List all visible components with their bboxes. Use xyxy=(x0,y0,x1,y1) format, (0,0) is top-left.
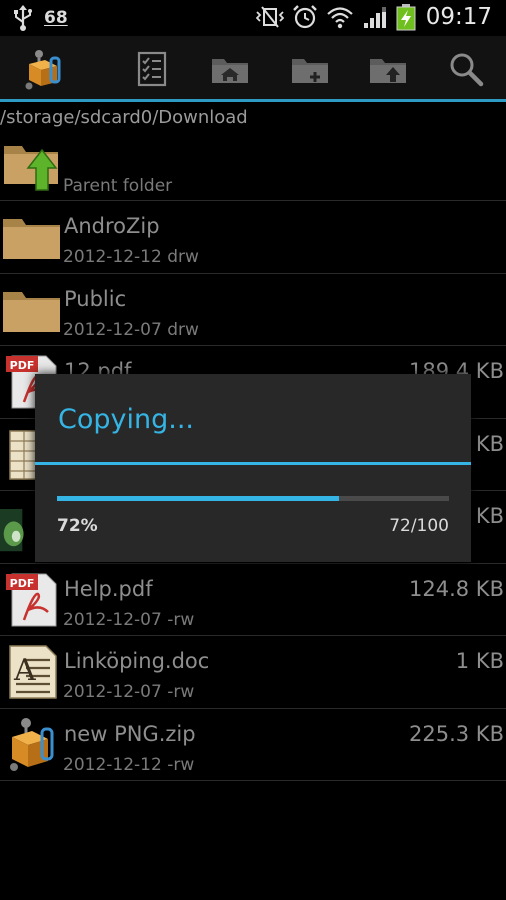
file-meta: 2012-12-07 drw xyxy=(63,319,199,340)
progress-percent: 72% xyxy=(57,516,98,536)
file-size: 124.8 KB xyxy=(409,576,504,601)
clock: 09:17 xyxy=(425,4,492,30)
folder-icon xyxy=(3,291,60,332)
file-name: Public xyxy=(64,286,127,311)
status-right: 09:17 xyxy=(255,3,492,31)
progress-count: 72/100 xyxy=(389,516,449,536)
list-item[interactable]: AndroZip 2012-12-12 drw xyxy=(0,201,506,274)
svg-text:PDF: PDF xyxy=(10,359,35,372)
progress-bar xyxy=(57,496,449,501)
alarm-icon xyxy=(292,5,317,29)
new-folder-icon[interactable] xyxy=(288,48,332,90)
folder-icon xyxy=(3,219,60,259)
usb-icon xyxy=(14,5,32,31)
svg-text:A: A xyxy=(13,653,36,688)
up-folder-icon[interactable] xyxy=(366,48,410,90)
file-name: new PNG.zip xyxy=(64,721,196,746)
list-item[interactable]: new PNG.zip 2012-12-12 -rw 225.3 KB xyxy=(0,709,506,781)
parent-folder-label: Parent folder xyxy=(63,176,173,196)
list-item[interactable]: Public 2012-12-07 drw xyxy=(0,274,506,346)
file-name: Help.pdf xyxy=(64,576,153,601)
pdf-icon: PDF xyxy=(6,573,57,626)
search-icon[interactable] xyxy=(444,48,488,90)
wifi-icon xyxy=(326,7,353,29)
action-bar xyxy=(0,36,506,102)
file-meta: 2012-12-12 -rw xyxy=(63,754,195,775)
signal-icon xyxy=(363,7,386,28)
zip-archive-icon xyxy=(10,717,54,771)
copy-progress-dialog: Copying... 72% 72/100 xyxy=(35,374,471,562)
file-size: KB xyxy=(475,504,504,528)
battery-charging-icon xyxy=(396,4,416,31)
dialog-divider xyxy=(35,462,471,465)
file-size: KB xyxy=(475,431,504,456)
file-name: AndroZip xyxy=(64,214,160,238)
image-thumbnail-icon xyxy=(0,509,24,552)
select-checklist-icon[interactable] xyxy=(130,48,174,90)
notification-count: 68 xyxy=(44,8,68,28)
file-meta: 2012-12-12 drw xyxy=(63,247,199,267)
file-size: 1 KB xyxy=(455,649,504,673)
file-meta: 2012-12-07 -rw xyxy=(63,609,195,630)
dialog-title: Copying... xyxy=(58,404,194,435)
home-folder-icon[interactable] xyxy=(208,48,252,90)
status-left: 68 xyxy=(12,4,68,32)
svg-text:PDF: PDF xyxy=(10,577,35,590)
file-meta: 2012-12-07 -rw xyxy=(63,682,195,702)
file-name: Linköping.doc xyxy=(64,649,210,673)
app-logo-icon[interactable] xyxy=(20,48,64,90)
vibrate-icon xyxy=(255,6,284,28)
progress-bar-fill xyxy=(57,496,340,501)
status-bar: 68 09:17 xyxy=(0,0,506,36)
list-item-parent-folder[interactable]: Parent folder xyxy=(0,128,506,201)
file-size: 225.3 KB xyxy=(409,721,504,746)
list-item[interactable]: A Linköping.doc 2012-12-07 -rw 1 KB xyxy=(0,636,506,709)
parent-folder-icon xyxy=(4,146,58,191)
list-item[interactable]: PDF Help.pdf 2012-12-07 -rw 124.8 KB xyxy=(0,564,506,636)
document-icon: A xyxy=(9,645,57,699)
